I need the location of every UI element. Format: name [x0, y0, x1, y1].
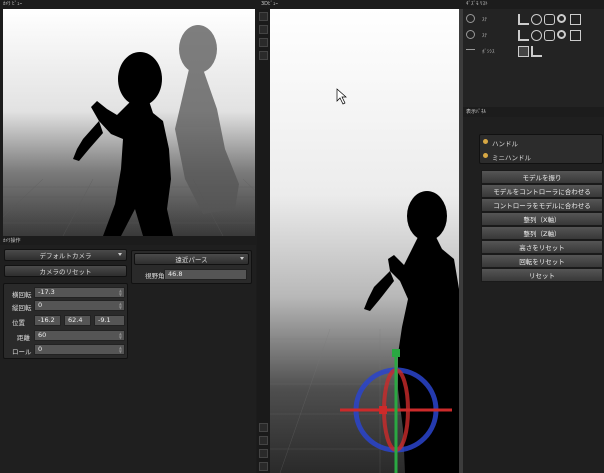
roll-label: ロール	[12, 348, 32, 356]
roll-field[interactable]: 0 ▲ ▼	[34, 344, 125, 355]
action-button-model-to-controller[interactable]: モデルをコントローラに合わせる	[481, 184, 603, 198]
distance-value: 60	[38, 331, 47, 339]
position-z-value: -9.1	[98, 316, 111, 324]
viewport-figure	[364, 191, 459, 473]
tool-icon-1[interactable]	[259, 12, 268, 21]
action-button-reset-height[interactable]: 高さをリセット	[481, 240, 603, 254]
action-button-align-z[interactable]: 整列（Z軸）	[481, 226, 603, 240]
pan-view-icon[interactable]	[259, 436, 268, 445]
action-button-controller-to-model[interactable]: コントローラをモデルに合わせる	[481, 198, 603, 212]
spinner-icon: ▲ ▼	[118, 345, 122, 354]
radio-dot-icon	[483, 139, 488, 144]
move-icon	[531, 30, 542, 41]
position-y-value: 62.4	[68, 316, 83, 324]
handle-radio[interactable]: ハンドル	[483, 137, 598, 148]
display-panel-title: 表示ﾊﾟﾈﾙ	[466, 109, 487, 115]
fov-value: 46.8	[168, 270, 183, 278]
handle-radio-label: ハンドル	[492, 140, 518, 148]
action-label: 回転をリセット	[519, 258, 565, 266]
action-label: 高さをリセット	[519, 244, 565, 252]
distance-field[interactable]: 60 ▲ ▼	[34, 330, 125, 341]
roll-value: 0	[38, 345, 43, 353]
chevron-down-icon	[240, 257, 244, 260]
anchor-icon	[518, 30, 529, 41]
figure-silhouette	[73, 52, 173, 236]
position-z-field[interactable]: -9.1	[94, 315, 125, 326]
gizmo-label: ｽﾃ	[482, 17, 488, 23]
gizmo-row-3[interactable]: ﾎﾞｼｼｽ	[466, 44, 602, 58]
spinner-icon: ▲ ▼	[118, 288, 122, 297]
eye-icon	[466, 30, 475, 39]
action-button-align-x[interactable]: 整列（X軸）	[481, 212, 603, 226]
viewport-title: 3Dﾋﾞｭｰ	[261, 1, 279, 7]
search-icon	[557, 14, 566, 23]
pitch-label: 縦回転	[12, 304, 32, 312]
fov-field[interactable]: 46.8	[164, 269, 247, 280]
lens-select-value: 遠近パース	[175, 256, 208, 264]
camera-reset-label: カメラのリセット	[39, 268, 92, 276]
position-x-value: -16.2	[38, 316, 55, 324]
gizmo-label: ｽﾃ	[482, 33, 488, 39]
tool-icon-3[interactable]	[259, 38, 268, 47]
wave-icon	[466, 49, 475, 53]
distance-label: 距離	[17, 334, 30, 342]
mouse-cursor-icon	[336, 88, 347, 105]
main-viewport[interactable]	[270, 9, 459, 473]
yaw-label: 横回転	[12, 291, 32, 299]
camera-select-value: デフォルトカメラ	[39, 252, 92, 260]
viewport-scene	[270, 88, 459, 473]
mini-handle-radio[interactable]: ミニハンドル	[483, 151, 598, 162]
lens-select[interactable]: 遠近パース	[134, 253, 249, 265]
camera-select[interactable]: デフォルトカメラ	[4, 249, 127, 261]
cube-icon	[518, 46, 529, 57]
hand-icon	[544, 30, 555, 41]
position-label: 位置	[12, 319, 25, 327]
action-button-rotate-model[interactable]: モデルを振り	[481, 170, 603, 184]
pitch-value: 0	[38, 301, 43, 309]
action-button-reset[interactable]: リセット	[481, 268, 603, 282]
camera-reset-button[interactable]: カメラのリセット	[4, 265, 127, 277]
copy-icon	[570, 30, 581, 41]
action-label: モデルをコントローラに合わせる	[493, 188, 591, 196]
gizmo-panel-title: ｷﾞｽﾞﾓ ﾘｽﾄ	[466, 1, 488, 7]
tool-icon-4[interactable]	[259, 51, 268, 60]
radio-dot-icon	[483, 153, 488, 158]
anchor-icon	[531, 46, 542, 57]
copy-icon	[570, 14, 581, 25]
fov-label: 視野角	[145, 272, 165, 280]
search-icon	[557, 30, 566, 39]
figure-shadow	[175, 25, 239, 214]
tool-icon-2[interactable]	[259, 25, 268, 34]
zoom-view-icon[interactable]	[259, 449, 268, 458]
hand-icon	[544, 14, 555, 25]
chevron-down-icon	[118, 253, 122, 256]
action-label: 整列（X軸）	[523, 216, 561, 224]
gizmo-label: ﾎﾞｼｼｽ	[482, 49, 495, 55]
camera-view-icon[interactable]	[259, 462, 268, 471]
camera-view-title: ｶﾒﾗ ﾋﾞｭｰ	[3, 1, 23, 7]
camera-viewport[interactable]	[3, 9, 255, 236]
action-label: 整列（Z軸）	[523, 230, 561, 238]
gizmo-row-1[interactable]: ｽﾃ	[466, 12, 602, 26]
pitch-field[interactable]: 0 ▲ ▼	[34, 300, 125, 311]
action-label: リセット	[529, 272, 555, 280]
eye-icon	[466, 14, 475, 23]
camera-ops-title: ｶﾒﾗ操作	[3, 238, 21, 244]
move-icon	[531, 14, 542, 25]
action-label: コントローラをモデルに合わせる	[493, 202, 591, 210]
action-button-reset-rotation[interactable]: 回転をリセット	[481, 254, 603, 268]
viewport-toolbar	[257, 9, 270, 473]
spinner-icon: ▲ ▼	[118, 301, 122, 310]
mini-handle-radio-label: ミニハンドル	[492, 154, 531, 162]
yaw-value: -17.3	[38, 288, 55, 296]
position-y-field[interactable]: 62.4	[64, 315, 91, 326]
position-x-field[interactable]: -16.2	[34, 315, 61, 326]
anchor-icon	[518, 14, 529, 25]
yaw-field[interactable]: -17.3 ▲ ▼	[34, 287, 125, 298]
rotate-view-icon[interactable]	[259, 423, 268, 432]
spinner-icon: ▲ ▼	[118, 331, 122, 340]
action-label: モデルを振り	[522, 174, 562, 182]
camera-scene	[3, 25, 255, 236]
gizmo-row-2[interactable]: ｽﾃ	[466, 28, 602, 42]
